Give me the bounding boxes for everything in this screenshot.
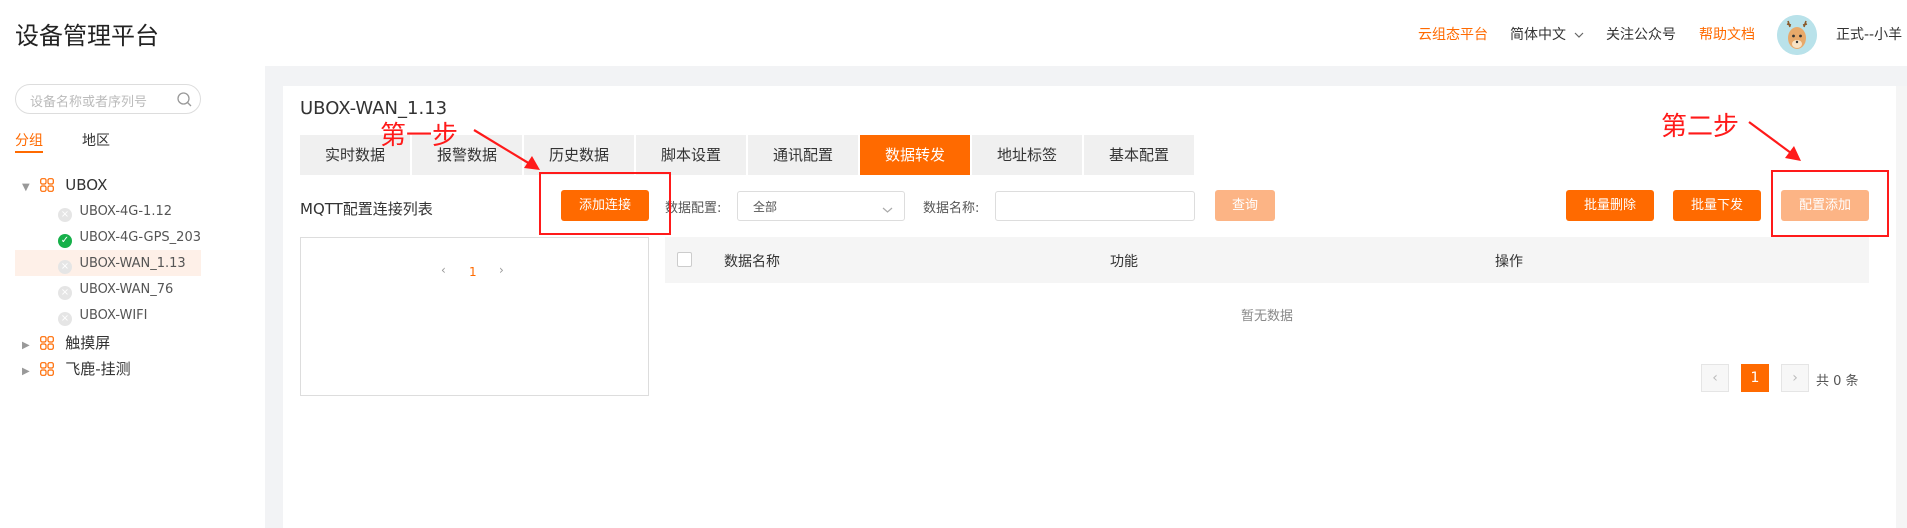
next-page-button[interactable]: › xyxy=(1781,364,1809,392)
device-label: UBOX-WAN_1.13 xyxy=(79,256,186,271)
chevron-down-icon xyxy=(1574,27,1584,43)
column-function: 功能 xyxy=(1110,254,1138,270)
chevron-down-icon xyxy=(882,202,893,218)
search-icon[interactable] xyxy=(176,91,193,112)
data-config-select[interactable]: 全部 xyxy=(737,191,905,221)
tab-script-settings[interactable]: 脚本设置 xyxy=(636,135,746,175)
data-name-label: 数据名称: xyxy=(923,201,980,216)
tab-region[interactable]: 地区 xyxy=(82,130,110,150)
tab-group[interactable]: 分组 xyxy=(15,130,43,150)
batch-delete-button[interactable]: 批量删除 xyxy=(1566,190,1654,221)
tree-device-item-selected[interactable]: × UBOX-WAN_1.13 xyxy=(58,255,186,274)
offline-status-icon: × xyxy=(58,286,72,300)
group-icon xyxy=(40,362,55,380)
column-operation: 操作 xyxy=(1495,254,1523,270)
tab-data-forward[interactable]: 数据转发 xyxy=(860,135,970,175)
step2-arrow-icon xyxy=(1748,121,1801,161)
prev-page-button[interactable]: ‹ xyxy=(1701,364,1729,392)
tree-device-item[interactable]: ✓ UBOX-4G-GPS_203 xyxy=(58,229,201,248)
step1-annotation: 第一步 xyxy=(380,121,459,151)
select-all-checkbox[interactable] xyxy=(677,252,692,267)
empty-table-text: 暂无数据 xyxy=(1240,309,1293,324)
batch-send-button[interactable]: 批量下发 xyxy=(1673,190,1761,221)
offline-status-icon: × xyxy=(58,208,72,222)
data-config-value: 全部 xyxy=(753,200,778,214)
tree-group-ubox[interactable]: ▼ UBOX xyxy=(22,176,107,196)
total-count: 共 0 条 xyxy=(1816,374,1859,389)
tree-device-item[interactable]: × UBOX-WAN_76 xyxy=(58,281,173,300)
caret-right-icon[interactable]: ▶ xyxy=(22,366,30,377)
tree-group-label: 飞鹿-挂测 xyxy=(65,360,131,378)
next-page-icon[interactable]: › xyxy=(499,263,504,277)
step1-arrow-icon xyxy=(473,129,540,170)
step1-highlight-box xyxy=(539,172,671,235)
cloud-config-link[interactable]: 云组态平台 xyxy=(1418,24,1488,44)
caret-right-icon[interactable]: ▶ xyxy=(22,340,30,351)
avatar[interactable] xyxy=(1777,15,1817,55)
tree-device-item[interactable]: × UBOX-4G-1.12 xyxy=(58,203,172,222)
app-title: 设备管理平台 xyxy=(15,22,159,50)
tab-basic-config[interactable]: 基本配置 xyxy=(1084,135,1194,175)
group-icon xyxy=(40,336,55,354)
step2-highlight-box xyxy=(1771,170,1889,237)
prev-page-icon[interactable]: ‹ xyxy=(441,263,446,277)
device-label: UBOX-4G-1.12 xyxy=(79,204,172,219)
follow-official-account-link[interactable]: 关注公众号 xyxy=(1606,24,1676,44)
tab-communication-config[interactable]: 通讯配置 xyxy=(748,135,858,175)
language-label: 简体中文 xyxy=(1510,27,1566,43)
tab-address-tags[interactable]: 地址标签 xyxy=(972,135,1082,175)
column-data-name: 数据名称 xyxy=(724,254,780,270)
left-pager-current[interactable]: 1 xyxy=(469,265,477,279)
caret-down-icon[interactable]: ▼ xyxy=(22,182,30,193)
device-label: UBOX-WIFI xyxy=(79,308,148,323)
search-placeholder: 设备名称或者序列号 xyxy=(30,95,148,110)
user-name[interactable]: 正式--小羊 xyxy=(1836,24,1902,44)
data-config-label: 数据配置: xyxy=(665,201,722,216)
query-button[interactable]: 查询 xyxy=(1215,190,1275,221)
tree-group-touchscreen[interactable]: ▶ 触摸屏 xyxy=(22,332,110,354)
active-tab-indicator xyxy=(15,151,43,153)
table-header xyxy=(665,237,1869,283)
offline-status-icon: × xyxy=(58,312,72,326)
group-icon xyxy=(40,178,55,196)
language-select[interactable]: 简体中文 xyxy=(1510,24,1584,44)
tree-device-item[interactable]: × UBOX-WIFI xyxy=(58,307,147,326)
scrollbar[interactable] xyxy=(1896,86,1907,528)
tree-group-label: 触摸屏 xyxy=(65,334,111,352)
data-name-input[interactable] xyxy=(995,191,1195,221)
current-page-button[interactable]: 1 xyxy=(1741,364,1769,392)
offline-status-icon: × xyxy=(58,260,72,274)
help-docs-link[interactable]: 帮助文档 xyxy=(1699,24,1755,44)
device-label: UBOX-WAN_76 xyxy=(79,282,174,297)
tree-group-label: UBOX xyxy=(65,176,108,194)
deer-avatar-icon xyxy=(1777,15,1817,55)
mqtt-list-title: MQTT配置连接列表 xyxy=(300,200,433,218)
device-search-input[interactable]: 设备名称或者序列号 xyxy=(15,84,201,114)
step2-annotation: 第二步 xyxy=(1661,112,1740,142)
online-status-icon: ✓ xyxy=(58,234,72,248)
mqtt-connection-list xyxy=(300,237,649,396)
device-label: UBOX-4G-GPS_203 xyxy=(79,230,201,245)
tree-group-feilu[interactable]: ▶ 飞鹿-挂测 xyxy=(22,358,131,380)
